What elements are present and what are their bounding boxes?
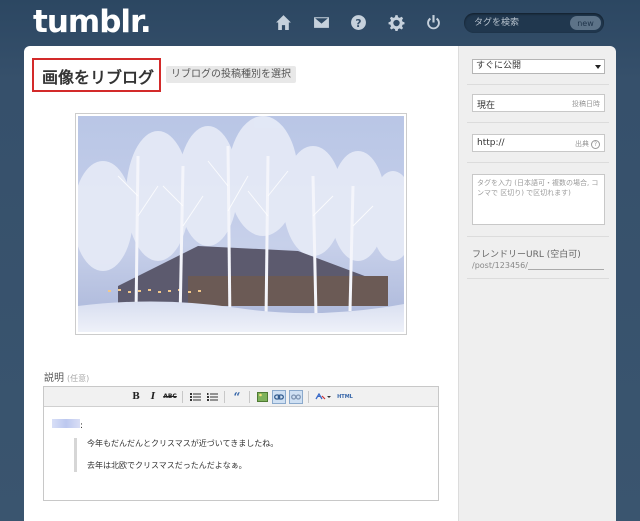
post-editor-panel: 画像をリブログ リブログの投稿種別を選択 説明 (任意) B I ABC “ H… — [24, 46, 458, 521]
friendly-url-label: フレンドリーURL (空白可) — [472, 250, 581, 260]
toolbar-separator — [224, 390, 225, 403]
tag-search-input[interactable] — [474, 16, 564, 30]
snowy-birch-photo — [78, 116, 404, 332]
post-date-field[interactable]: 現在 投稿日時 — [472, 94, 605, 112]
source-url-field[interactable]: http:// 出典? — [472, 134, 605, 152]
optional-note: (任意) — [67, 374, 90, 383]
toolbar-separator — [249, 390, 250, 403]
editor-content[interactable]: : 今年もだんだんとクリスマスが近づいてきましたね。 去年は北欧でクリスマスだっ… — [44, 407, 438, 488]
mail-icon[interactable] — [312, 13, 330, 31]
home-icon[interactable] — [274, 13, 292, 31]
help-icon[interactable]: ? — [349, 13, 367, 31]
unlink-icon[interactable] — [289, 389, 303, 404]
quoted-text: 今年もだんだんとクリスマスが近づいてきましたね。 去年は北欧でクリスマスだったん… — [74, 438, 430, 472]
chevron-down-icon — [595, 65, 601, 69]
post-date-hint: 投稿日時 — [572, 100, 600, 108]
bold-button[interactable]: B — [129, 390, 143, 404]
toolbar-separator — [182, 390, 183, 403]
username-colon: : — [80, 421, 84, 431]
quote-line-1: 今年もだんだんとクリスマスが近づいてきましたね。 — [87, 439, 279, 448]
help-icon[interactable]: ? — [591, 139, 600, 149]
friendly-url-input[interactable] — [527, 261, 604, 270]
post-type-select[interactable]: リブログの投稿種別を選択 — [166, 66, 296, 83]
tags-input[interactable] — [472, 174, 605, 225]
new-badge: new — [570, 16, 601, 30]
description-label: 説明 (任意) — [44, 373, 90, 384]
tumblr-logo[interactable]: tumblr. — [33, 4, 152, 40]
quote-line-2: 去年は北欧でクリスマスだったんだよなぁ。 — [87, 461, 247, 470]
numbered-list-icon[interactable] — [205, 390, 219, 404]
insert-link-icon[interactable] — [272, 389, 286, 404]
source-hint: 出典? — [575, 139, 600, 149]
divider — [467, 278, 609, 279]
power-icon[interactable] — [424, 13, 442, 31]
title-highlight-box: 画像をリブログ — [32, 58, 161, 92]
spellcheck-icon[interactable] — [314, 390, 334, 404]
description-editor[interactable]: B I ABC “ HTML: 今年もだんだんとクリスマスが近づいてきましたね… — [43, 386, 439, 501]
blurred-username — [52, 419, 80, 428]
html-source-button[interactable]: HTML — [337, 390, 353, 404]
divider — [467, 162, 609, 163]
divider — [467, 122, 609, 123]
insert-image-icon[interactable] — [255, 390, 269, 404]
italic-button[interactable]: I — [146, 390, 160, 404]
post-options-sidebar: すぐに公開 現在 投稿日時 http:// 出典? フレンドリーURL (空白可… — [458, 46, 616, 521]
blockquote-icon[interactable]: “ — [230, 390, 244, 404]
tag-search-box: new — [464, 13, 604, 33]
editor-toolbar: B I ABC “ HTML — [44, 387, 438, 407]
svg-text:?: ? — [355, 16, 361, 29]
gear-icon[interactable] — [387, 13, 405, 31]
bullet-list-icon[interactable] — [188, 390, 202, 404]
publish-timing-select[interactable]: すぐに公開 — [472, 59, 605, 74]
friendly-url-field[interactable]: /post/123456/ — [472, 261, 604, 270]
strikethrough-button[interactable]: ABC — [163, 390, 177, 404]
divider — [467, 84, 609, 85]
divider — [467, 236, 609, 237]
reblog-photo — [75, 113, 407, 335]
toolbar-separator — [308, 390, 309, 403]
page-title: 画像をリブログ — [42, 68, 155, 87]
